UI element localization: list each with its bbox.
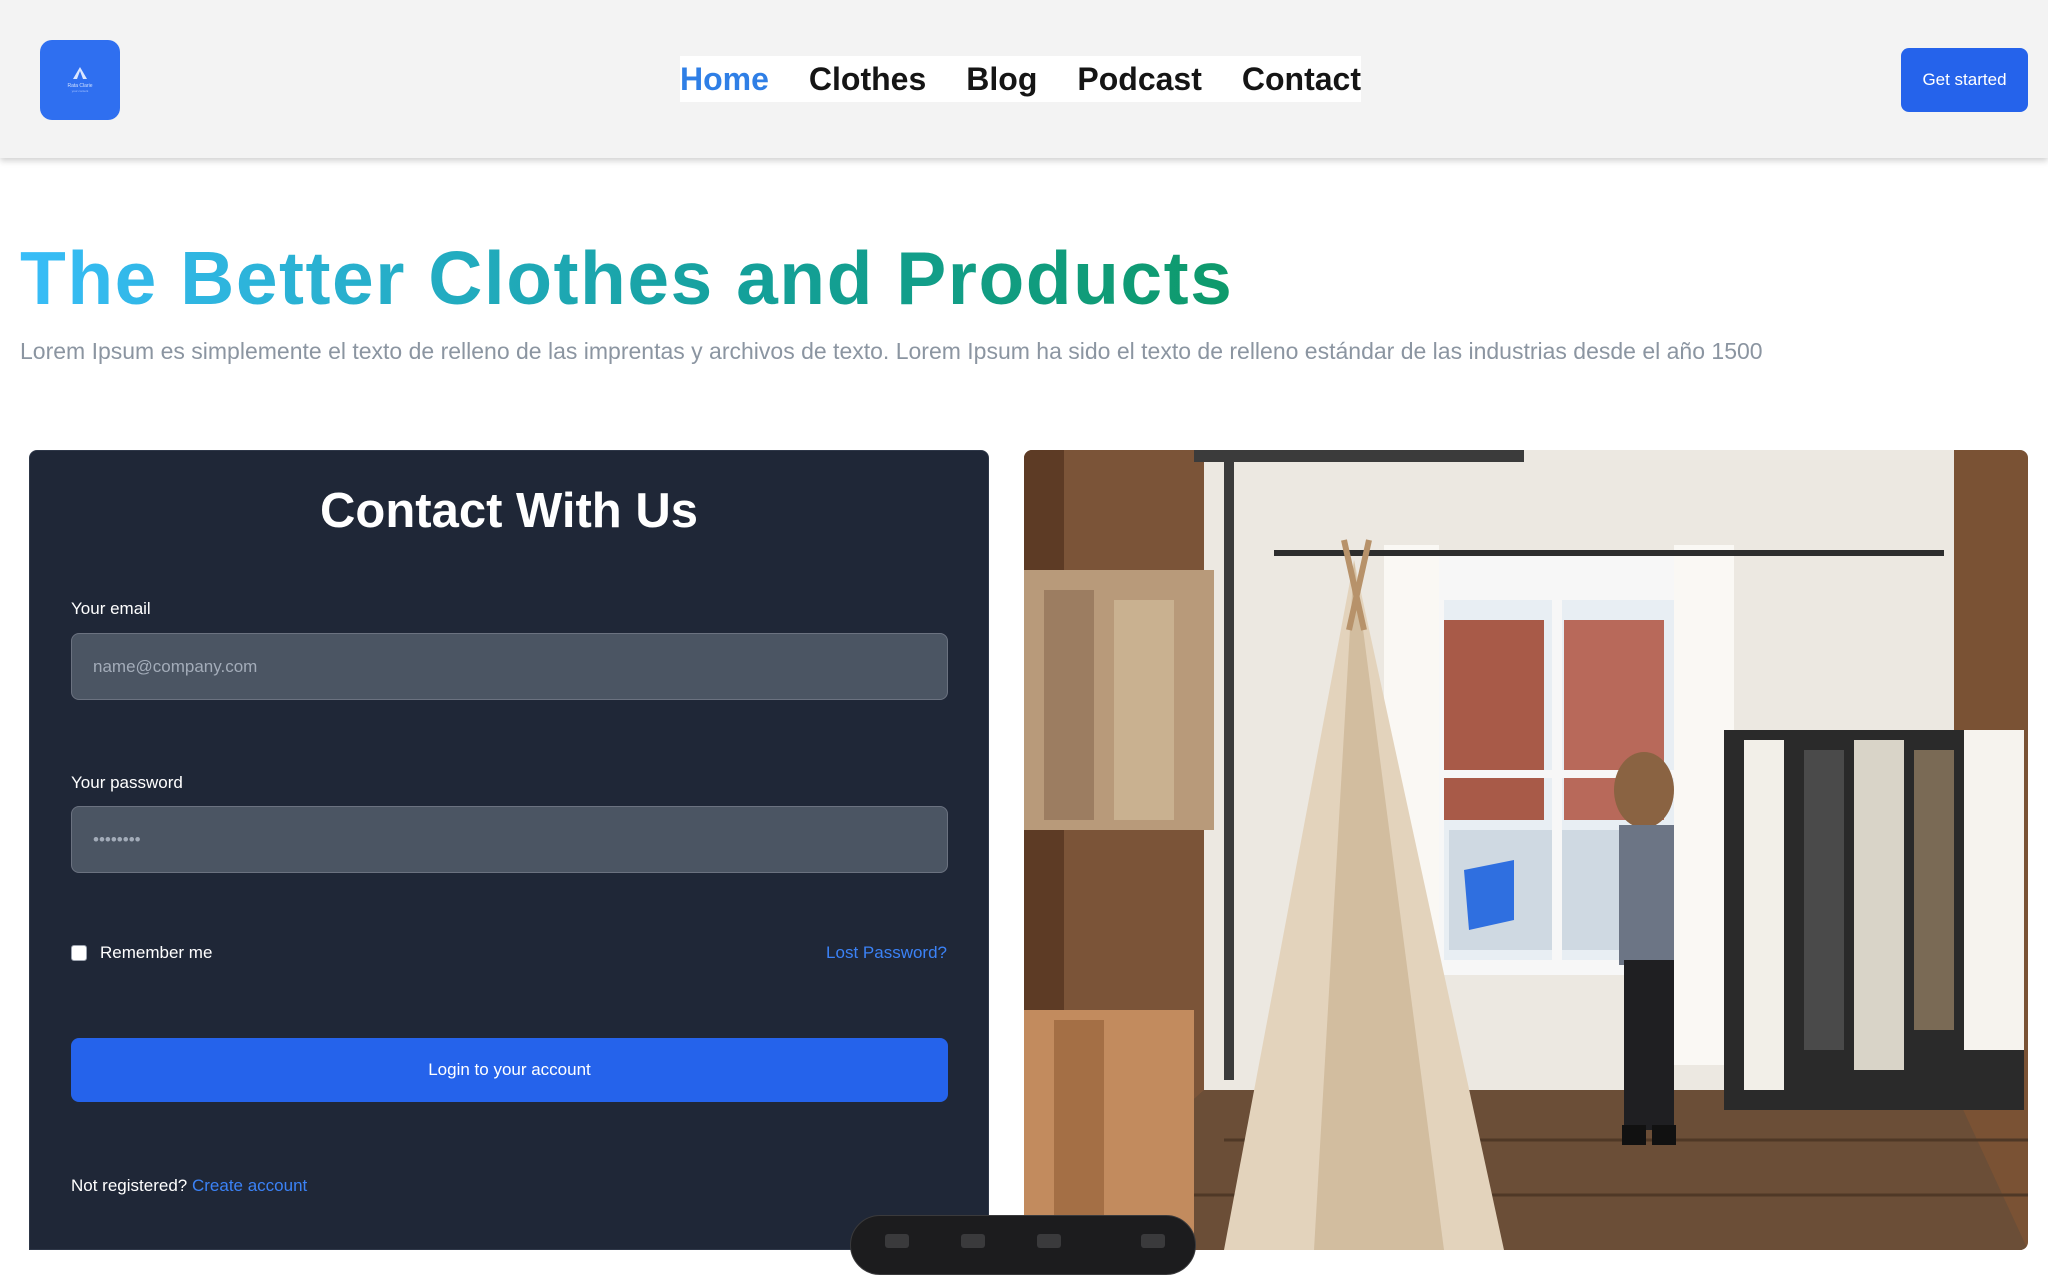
login-button[interactable]: Login to your account	[71, 1038, 948, 1102]
nav-contact[interactable]: Contact	[1242, 56, 1361, 102]
hero-title: The Better Clothes and Products	[20, 236, 1234, 320]
email-label: Your email	[71, 599, 151, 618]
remember-checkbox[interactable]	[71, 945, 87, 961]
password-field[interactable]	[71, 806, 948, 873]
email-field[interactable]	[71, 633, 948, 700]
contact-title: Contact With Us	[320, 484, 698, 538]
toolbar-tool-icon[interactable]	[1141, 1234, 1165, 1248]
lost-password-link[interactable]: Lost Password?	[826, 943, 947, 963]
floating-toolbar	[850, 1215, 1196, 1275]
toolbar-tool-icon[interactable]	[961, 1234, 985, 1248]
toolbar-tool-icon[interactable]	[1037, 1234, 1061, 1248]
nav-podcast[interactable]: Podcast	[1077, 56, 1201, 102]
remember-me: Remember me	[71, 943, 212, 963]
logo-subtext: your content	[71, 89, 89, 93]
create-account-link[interactable]: Create account	[192, 1176, 307, 1195]
nav-clothes[interactable]: Clothes	[809, 56, 926, 102]
register-prompt: Not registered? Create account	[71, 1176, 307, 1196]
logo[interactable]: Rata Clarie your content	[40, 40, 120, 120]
toolbar-tool-icon[interactable]	[885, 1234, 909, 1248]
mountain-logo-icon	[73, 67, 87, 79]
remember-label: Remember me	[100, 943, 213, 962]
store-photo	[1024, 450, 2028, 1250]
not-registered-text: Not registered?	[71, 1176, 188, 1195]
main-nav: Home Clothes Blog Podcast Contact	[680, 56, 1361, 102]
contact-card: Contact With Us Your email Your password…	[29, 450, 989, 1250]
nav-blog[interactable]: Blog	[966, 56, 1037, 102]
nav-home[interactable]: Home	[680, 56, 769, 102]
site-header: Rata Clarie your content Home Clothes Bl…	[0, 0, 2048, 158]
clothing-store-image	[1024, 450, 2028, 1250]
password-label: Your password	[71, 773, 183, 792]
get-started-button[interactable]: Get started	[1901, 48, 2028, 112]
hero-subtitle: Lorem Ipsum es simplemente el texto de r…	[20, 338, 1763, 364]
